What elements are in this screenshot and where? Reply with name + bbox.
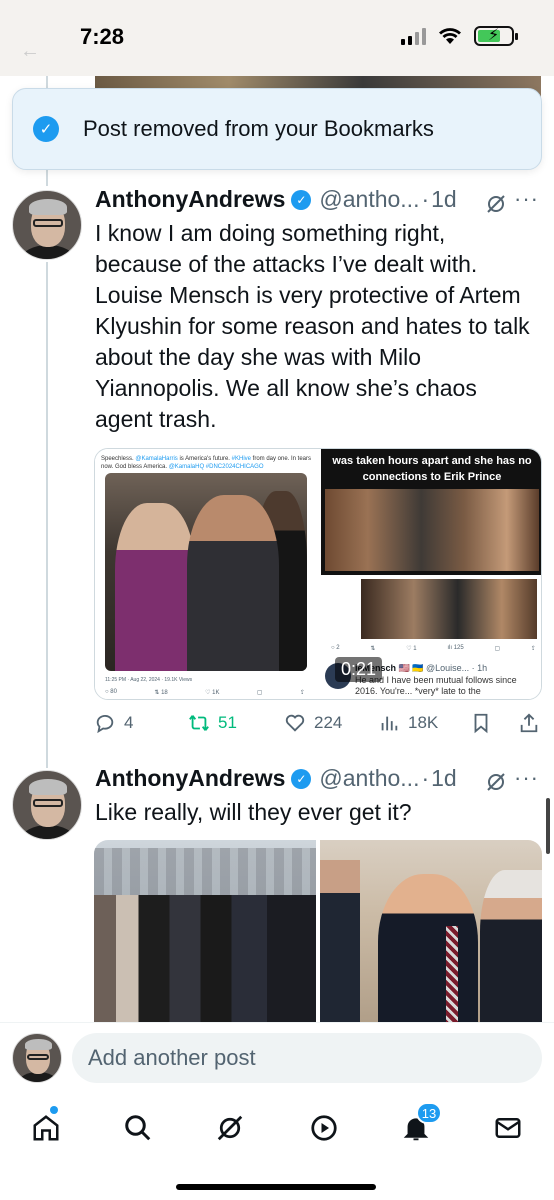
wifi-icon (439, 28, 461, 44)
reply-icon (96, 714, 114, 734)
share-button[interactable] (518, 712, 540, 734)
compose-input[interactable]: Add another post (72, 1033, 542, 1083)
avatar[interactable] (12, 770, 82, 840)
tab-home[interactable] (26, 1106, 66, 1148)
verified-badge-icon: ✓ (291, 189, 312, 210)
share-icon: ⇪ (530, 646, 536, 652)
post-text: I know I am doing something right, becau… (95, 220, 530, 432)
views-icon (381, 716, 398, 731)
post-time[interactable]: 1d (431, 186, 457, 213)
tab-grok[interactable] (210, 1108, 250, 1148)
toast-text: Post removed from your Bookmarks (83, 116, 434, 141)
avatar (12, 1033, 62, 1083)
battery-icon: ⚡ (474, 26, 518, 46)
search-icon (125, 1115, 151, 1141)
bookmark-icon (474, 713, 488, 734)
post-actions: 4 51 224 18K (94, 712, 544, 742)
reply-button[interactable]: 4 (94, 712, 133, 734)
media-actions: ○ 2 ⇅ ♡ 1 ılı 125 ▢ ⇪ (331, 645, 536, 652)
reply-icon: ○ 80 (105, 689, 117, 695)
grok-icon[interactable] (484, 192, 508, 216)
repost-count: 51 (218, 713, 237, 732)
quote-text: He and I have been mutual follows since … (355, 675, 517, 696)
thread-line (46, 262, 48, 768)
author-name[interactable]: AnthonyAndrews (95, 186, 285, 213)
reply-count: 4 (124, 713, 134, 732)
verified-badge-icon: ✓ (291, 768, 312, 789)
media-meta: 11:25 PM · Aug 22, 2024 · 19.1K Views (105, 677, 193, 683)
repost-button[interactable]: 51 (188, 712, 237, 734)
tab-messages[interactable] (488, 1108, 528, 1148)
repost-icon: ⇅ 18 (154, 690, 168, 696)
cellular-signal-icon (401, 27, 426, 45)
bookmark-toast[interactable]: ✓ Post removed from your Bookmarks (12, 88, 542, 170)
more-options-icon[interactable]: ··· (514, 186, 539, 212)
notification-badge: 13 (416, 1102, 442, 1124)
repost-icon (189, 715, 209, 731)
bottom-tab-bar: 13 (0, 1092, 554, 1200)
views-button[interactable]: 18K (378, 712, 438, 734)
post-text: Like really, will they ever get it? (95, 799, 412, 825)
home-indicator[interactable] (176, 1184, 376, 1190)
status-icons: ⚡ (401, 26, 518, 46)
tab-search[interactable] (118, 1108, 158, 1148)
grok-icon[interactable] (484, 770, 508, 794)
tab-video[interactable] (304, 1108, 344, 1148)
post-media[interactable] (94, 840, 542, 1025)
home-icon (33, 1115, 59, 1141)
repost-icon: ⇅ (370, 646, 376, 652)
cropped-photo (361, 579, 537, 639)
post-media[interactable]: Speechless. @KamalaHarris is America's f… (94, 448, 542, 700)
separator-dot: · (421, 765, 430, 791)
media-photo (105, 473, 307, 671)
media-banner: was taken hours apart and she has no con… (321, 449, 541, 575)
tab-notifications[interactable]: 13 (396, 1102, 442, 1148)
post-time[interactable]: 1d (431, 765, 457, 792)
reply-composer: Add another post (0, 1022, 554, 1092)
reply-icon: ○ 2 (331, 645, 340, 651)
check-circle-icon: ✓ (33, 116, 59, 142)
author-name[interactable]: AnthonyAndrews (95, 765, 285, 792)
post-header: AnthonyAndrews ✓ @antho... · 1d (95, 765, 457, 792)
view-count: 18K (408, 713, 439, 732)
messages-icon (495, 1118, 521, 1138)
grok-icon (217, 1115, 243, 1141)
author-handle[interactable]: @antho... (319, 186, 419, 213)
share-icon (520, 713, 538, 733)
like-button[interactable]: 224 (284, 712, 342, 734)
author-handle[interactable]: @antho... (319, 765, 419, 792)
bookmark-icon: ▢ (256, 690, 263, 696)
post-header: AnthonyAndrews ✓ @antho... · 1d (95, 186, 457, 213)
back-arrow-icon[interactable]: ← (20, 40, 40, 63)
media-caption: Speechless. @KamalaHarris is America's f… (101, 456, 312, 470)
share-icon: ⇪ (299, 690, 305, 696)
scroll-indicator[interactable] (546, 798, 550, 854)
banner-photo (325, 489, 539, 571)
video-icon (311, 1115, 337, 1141)
like-icon: ♡ 1K (205, 690, 220, 696)
avatar[interactable] (12, 190, 82, 260)
status-time: 7:28 (80, 24, 125, 49)
home-unread-dot (50, 1106, 58, 1114)
media-photo-left[interactable] (94, 840, 316, 1025)
more-options-icon[interactable]: ··· (514, 765, 539, 791)
heart-icon (285, 714, 305, 732)
banner-text: was taken hours apart and she has no con… (332, 455, 532, 483)
media-photo-right[interactable] (320, 840, 542, 1025)
media-actions: ○ 80 ⇅ 18 ♡ 1K ▢ ⇪ (105, 689, 305, 696)
video-duration: 0:21 (335, 657, 383, 682)
separator-dot: · (421, 186, 430, 212)
media-screenshot-left[interactable]: Speechless. @KamalaHarris is America's f… (95, 449, 317, 699)
like-icon: ♡ 1 (406, 646, 417, 652)
status-bar: ← 7:28 ⚡ (0, 0, 554, 76)
bookmark-icon: ▢ (494, 646, 501, 652)
views-icon: ılı 125 (447, 645, 464, 651)
bookmark-button[interactable] (470, 712, 492, 734)
like-count: 224 (314, 713, 343, 732)
